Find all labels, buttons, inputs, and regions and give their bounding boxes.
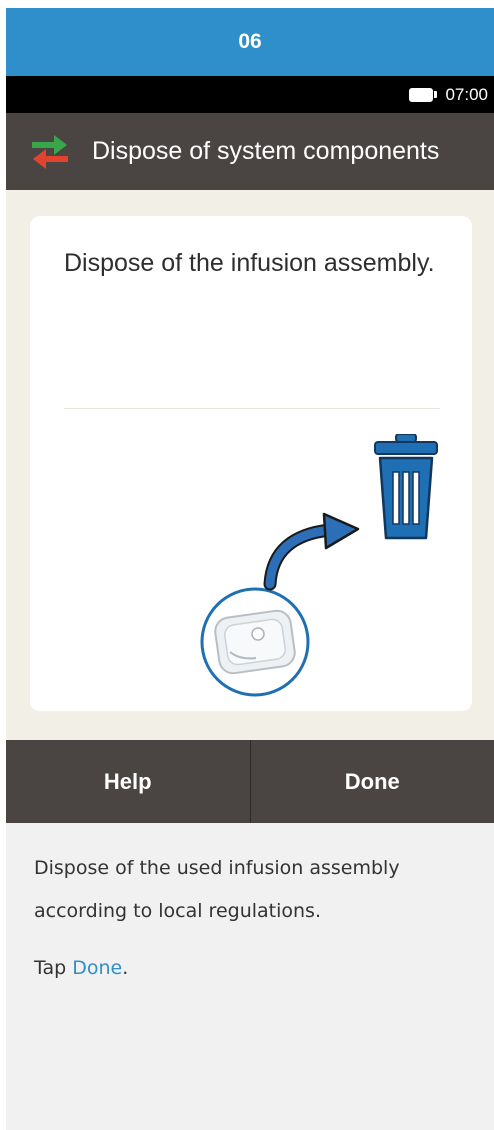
infusion-assembly-icon (200, 587, 310, 697)
curved-arrow-icon (263, 512, 360, 591)
battery-full-icon (409, 87, 438, 102)
instruction-text: Dispose of the used infusion assembly ac… (34, 857, 400, 922)
help-button[interactable]: Help (6, 740, 250, 823)
device-screen: 07:00 Dispose of system components Dispo… (6, 76, 494, 823)
tap-done-instruction: Tap Done. (34, 947, 466, 990)
message-card: Dispose of the infusion assembly. (30, 216, 472, 711)
card-divider (64, 408, 440, 409)
tap-prefix: Tap (34, 957, 73, 979)
disposal-illustration (200, 434, 438, 697)
step-number-header: 06 (6, 8, 494, 76)
screen-title: Dispose of system components (92, 137, 440, 165)
trash-can-icon (374, 434, 438, 540)
status-time: 07:00 (445, 84, 488, 104)
instruction-frame: 06 07:00 Dispose of system components Di… (6, 8, 494, 1130)
swap-arrows-icon (32, 134, 68, 169)
title-bar: Dispose of system components (6, 113, 494, 190)
card-message: Dispose of the infusion assembly. (64, 249, 435, 277)
instructions-panel: Dispose of the used infusion assembly ac… (6, 823, 494, 1130)
step-number: 06 (238, 30, 262, 53)
done-link[interactable]: Done (72, 957, 122, 979)
tap-suffix: . (122, 957, 129, 979)
status-bar: 07:00 (6, 76, 494, 113)
done-button[interactable]: Done (251, 740, 494, 823)
button-bar: Help Done (6, 740, 494, 823)
